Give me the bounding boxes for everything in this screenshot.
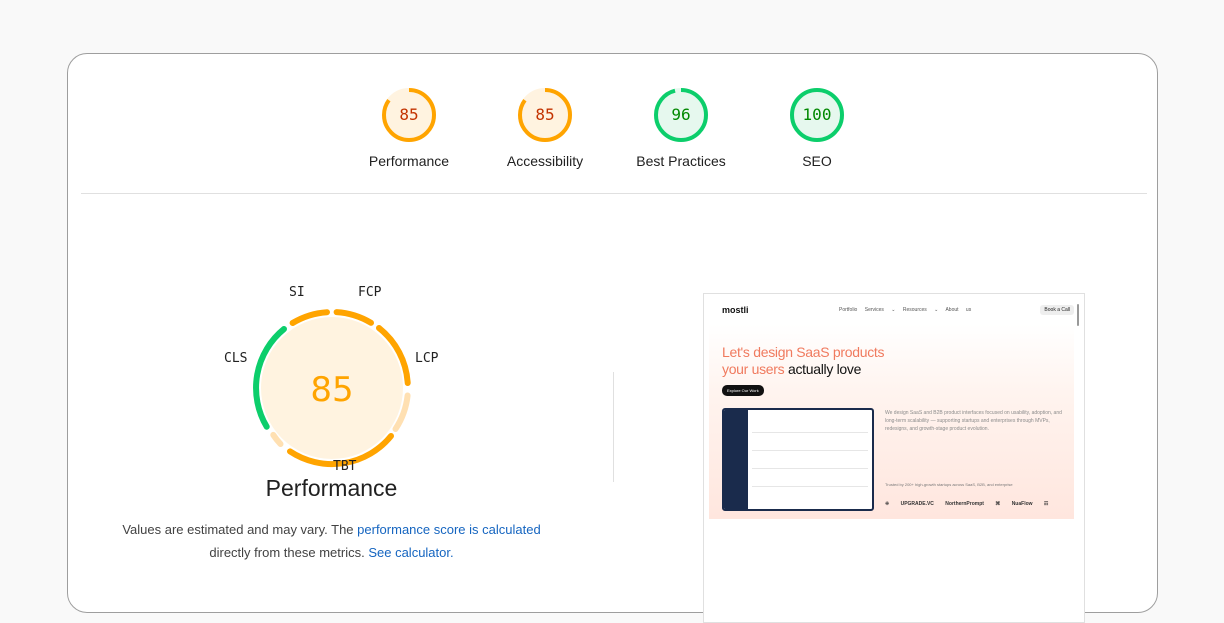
gauge-accessibility-ring: 85 (518, 88, 572, 142)
gauge-score: 96 (671, 105, 690, 124)
note-text-2: directly from these metrics. (209, 545, 365, 560)
screenshot-logo: mostli (722, 305, 749, 315)
app-preview-row (752, 468, 868, 469)
screenshot-trusted: Trusted by 200+ high-growth startups acr… (885, 482, 1013, 487)
vertical-divider (613, 372, 614, 482)
gauge-best-practices[interactable]: 96 Best Practices (616, 87, 746, 169)
screenshot-scrollbar (1077, 304, 1079, 326)
gauge-score: 100 (803, 105, 832, 124)
metric-label-si: SI (289, 285, 305, 300)
headline-line-1: Let's design SaaS products (722, 344, 885, 360)
gauge-seo-ring: 100 (790, 88, 844, 142)
tbt-remainder-arc (270, 431, 284, 447)
gauge-label: Performance (368, 153, 450, 169)
gauge-label: Accessibility (506, 153, 584, 169)
screenshot-app-preview (722, 408, 874, 511)
gauge-seo[interactable]: 100 SEO (752, 87, 882, 169)
see-calculator-link[interactable]: See calculator. (368, 545, 453, 560)
lighthouse-report-card: 85 Performance 85 Accessibility 96 Best … (67, 53, 1158, 623)
app-preview-row (752, 432, 868, 433)
app-preview-sidebar (724, 410, 748, 509)
headline-line-2a: your users (722, 361, 788, 377)
category-scores: 85 Performance 85 Accessibility 96 Best … (68, 54, 1157, 194)
screenshot-headline: Let's design SaaS products your users ac… (722, 344, 885, 378)
metric-label-fcp: FCP (358, 285, 382, 300)
screenshot-cta: Book a Call (1040, 305, 1074, 315)
metric-label-tbt: TBT (333, 459, 357, 474)
gauge-score: 85 (535, 105, 554, 124)
final-screenshot[interactable]: mostli Portfolio Services ⌄ Resources ⌄ … (703, 293, 1085, 623)
gauge-performance-ring: 85 (382, 88, 436, 142)
screenshot-button: Explore Our Work (722, 385, 764, 396)
screenshot-nav: mostli Portfolio Services ⌄ Resources ⌄ … (704, 294, 1084, 324)
screenshot-client-logos: ⁜ UPGRADE.VC NorthernPrompt ⌘ NuaFlow ☶ (885, 501, 1049, 507)
metric-label-cls: CLS (224, 351, 248, 366)
gauge-best-practices-ring: 96 (654, 88, 708, 142)
metric-label-lcp: LCP (415, 351, 439, 366)
performance-section: 85 SI FCP LCP TBT CLS Performance Values… (68, 194, 1157, 623)
app-preview-row (752, 450, 868, 451)
performance-score-link[interactable]: performance score is calculated (357, 522, 541, 537)
gauge-label: Best Practices (636, 153, 726, 169)
note-text: Values are estimated and may vary. The (122, 522, 358, 537)
performance-score: 85 (310, 370, 353, 410)
gauge-accessibility[interactable]: 85 Accessibility (480, 87, 610, 169)
performance-metric-gauge: 85 (253, 309, 411, 468)
screenshot-nav-links: Portfolio Services ⌄ Resources ⌄ About u… (839, 307, 972, 313)
app-preview-row (752, 486, 868, 487)
gauge-label: SEO (802, 153, 832, 169)
gauge-performance[interactable]: 85 Performance (344, 87, 474, 169)
performance-title: Performance (265, 475, 398, 501)
performance-note: Values are estimated and may vary. The p… (108, 518, 555, 564)
headline-line-2b: actually love (787, 361, 862, 377)
gauge-score: 85 (399, 105, 418, 124)
screenshot-description: We design SaaS and B2B product interface… (885, 410, 1062, 432)
